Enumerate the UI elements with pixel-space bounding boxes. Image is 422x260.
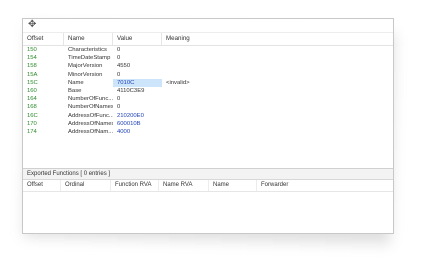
cell-name: Base bbox=[68, 87, 82, 94]
cell-value[interactable]: 0 bbox=[113, 103, 162, 111]
column-header-offset[interactable]: Offset bbox=[23, 180, 61, 191]
column-header-name[interactable]: Name bbox=[64, 33, 113, 45]
cell-value[interactable]: 7010C bbox=[113, 78, 162, 87]
toolbar: ✥ bbox=[23, 19, 393, 33]
cell-value[interactable]: 0 bbox=[113, 71, 162, 79]
table-row[interactable]: 158 MajorVersion 4550 bbox=[23, 62, 393, 70]
cell-offset: 170 bbox=[27, 120, 37, 127]
cell-offset: 168 bbox=[27, 104, 37, 111]
table-row[interactable]: 174 AddressOfNam... 4000 bbox=[23, 128, 393, 136]
table-row[interactable]: 15C Name 7010C <invalid> bbox=[23, 78, 393, 87]
cell-name: Characteristics bbox=[68, 47, 107, 53]
cell-name: MinorVersion bbox=[68, 71, 103, 78]
column-header-meaning[interactable]: Meaning bbox=[162, 33, 393, 45]
cell-value[interactable]: 210200E0 bbox=[113, 112, 162, 120]
column-header-name[interactable]: Name bbox=[209, 180, 257, 191]
table-row[interactable]: 16C AddressOfFunc... 210200E0 bbox=[23, 112, 393, 120]
cell-value[interactable]: 4000 bbox=[113, 128, 162, 136]
cell-name: TimeDateStamp bbox=[68, 55, 111, 62]
column-header-value[interactable]: Value bbox=[113, 33, 162, 45]
export-directory-table: 150 Characteristics 0 154 TimeDateStamp 0 158 M… bbox=[23, 46, 393, 168]
table-row[interactable]: 154 TimeDateStamp 0 bbox=[23, 54, 393, 62]
exported-functions-tab[interactable]: Exported Functions [ 0 entries ] bbox=[23, 168, 393, 180]
cell-value[interactable]: 600010B bbox=[113, 120, 162, 128]
cell-meaning: <invalid> bbox=[166, 79, 190, 86]
column-header-function-rva[interactable]: Function RVA bbox=[111, 180, 159, 191]
cell-name: AddressOfNam... bbox=[68, 128, 113, 135]
cell-offset: 158 bbox=[27, 63, 37, 70]
cell-name: MajorVersion bbox=[68, 63, 103, 70]
cell-offset: 154 bbox=[27, 55, 37, 62]
exported-functions-count: [ 0 entries ] bbox=[80, 171, 111, 177]
cell-value[interactable]: 0 bbox=[113, 46, 162, 54]
cell-offset: 15A bbox=[27, 71, 38, 78]
cell-name: AddressOfNames bbox=[68, 120, 113, 127]
exported-functions-header: Offset Ordinal Function RVA Name RVA Name For… bbox=[23, 180, 393, 192]
cell-name: Name bbox=[68, 79, 84, 86]
column-header-name-rva[interactable]: Name RVA bbox=[159, 180, 209, 191]
table-row[interactable]: 168 NumberOfNames 0 bbox=[23, 103, 393, 111]
cell-value[interactable]: 0 bbox=[113, 95, 162, 103]
pe-viewer-window: ✥ Offset Name Value Meaning 150 Character… bbox=[22, 18, 394, 234]
cell-offset: 160 bbox=[27, 87, 37, 94]
cell-offset: 164 bbox=[27, 96, 37, 103]
cell-name: NumberOfFunc... bbox=[68, 96, 113, 103]
table-row[interactable]: 150 Characteristics 0 bbox=[23, 46, 393, 54]
cell-name: AddressOfFunc... bbox=[68, 112, 113, 119]
cell-offset: 174 bbox=[27, 128, 37, 135]
column-header-offset[interactable]: Offset bbox=[23, 33, 64, 45]
table-row[interactable]: 160 Base 4110C3E9 bbox=[23, 87, 393, 95]
move-icon[interactable]: ✥ bbox=[28, 20, 36, 30]
export-directory-header: Offset Name Value Meaning bbox=[23, 33, 393, 46]
column-header-forwarder[interactable]: Forwarder bbox=[257, 180, 393, 191]
cell-value[interactable]: 4110C3E9 bbox=[113, 87, 162, 95]
table-row[interactable]: 15A MinorVersion 0 bbox=[23, 71, 393, 79]
cell-value[interactable]: 0 bbox=[113, 54, 162, 62]
exported-functions-label: Exported Functions bbox=[27, 171, 79, 177]
cell-offset: 16C bbox=[27, 112, 38, 119]
cell-offset: 150 bbox=[27, 47, 37, 53]
table-row[interactable]: 164 NumberOfFunc... 0 bbox=[23, 95, 393, 103]
column-header-ordinal[interactable]: Ordinal bbox=[61, 180, 111, 191]
cell-value[interactable]: 4550 bbox=[113, 62, 162, 70]
table-row[interactable]: 170 AddressOfNames 600010B bbox=[23, 120, 393, 128]
cell-name: NumberOfNames bbox=[68, 104, 113, 111]
cell-offset: 15C bbox=[27, 79, 38, 86]
